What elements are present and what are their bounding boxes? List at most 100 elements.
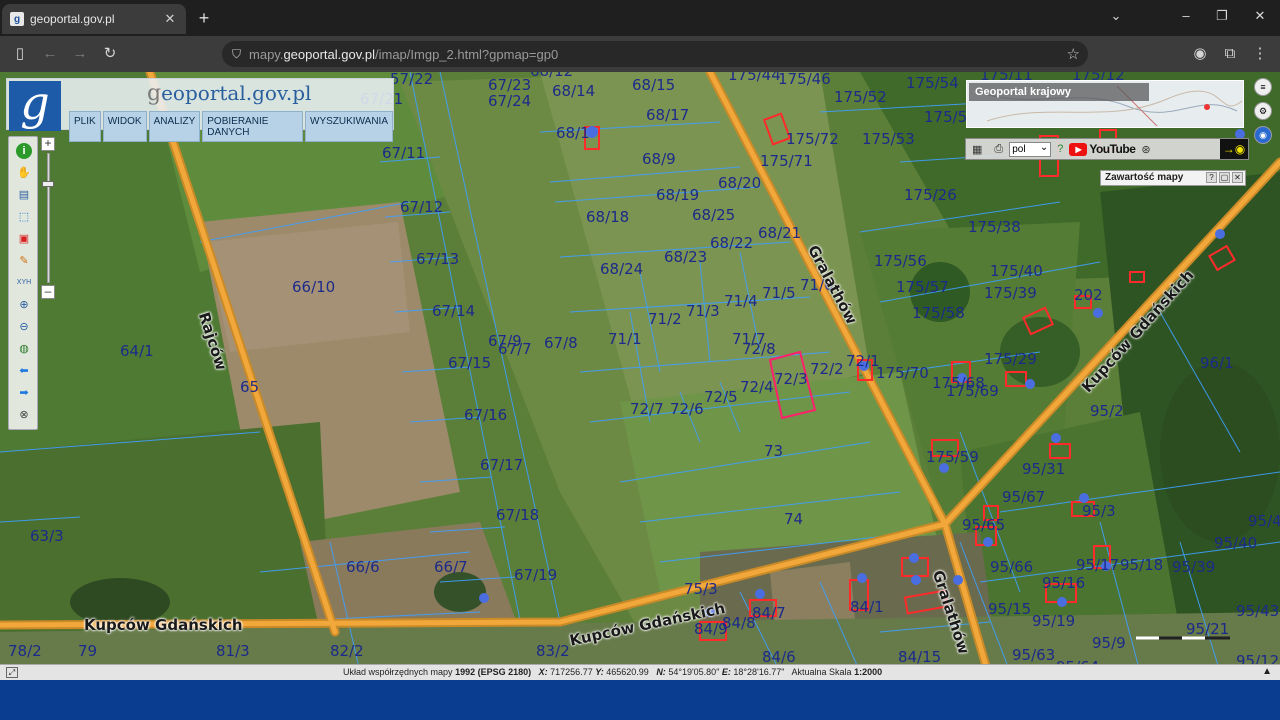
parcel-label: 67/18 <box>496 506 540 524</box>
parcel-label: 175/52 <box>834 88 887 106</box>
youtube-link[interactable]: ▶ YouTube <box>1069 142 1136 156</box>
zoom-knob[interactable] <box>42 181 54 187</box>
parcel-label: 67/14 <box>432 302 476 320</box>
pencil-icon[interactable]: ✎ <box>16 253 32 269</box>
profile-icon[interactable]: ◉ <box>1190 44 1210 64</box>
parcel-label: 175/70 <box>876 364 929 382</box>
address-bar[interactable]: ⛉ mapy.geoportal.gov.pl/imap/Imgp_2.html… <box>222 41 1088 67</box>
status-icon[interactable]: ⤢ <box>6 667 18 678</box>
menu-analizy[interactable]: ANALIZY <box>148 111 201 142</box>
sidebar-toggle-icon[interactable]: ▯ <box>10 44 30 64</box>
visibility-icon[interactable]: ◉ <box>1254 126 1272 144</box>
parcel-label: 175/72 <box>786 130 839 148</box>
accessibility-icon[interactable]: ⊛ <box>1141 143 1150 156</box>
layers-icon[interactable]: ≡ <box>1254 78 1272 96</box>
secondary-toolbar: ▦ ⎙ pol ? ▶YouTube ⊛ →◉ <box>965 138 1249 160</box>
street-label-kupcow-west: Kupców Gdańskich <box>84 616 243 634</box>
parcel-label: 68/25 <box>692 206 736 224</box>
geoportal-header: g geoportal.gov.pl PLIK WIDOK ANALIZY PO… <box>6 78 394 142</box>
language-select[interactable]: pol <box>1009 141 1052 157</box>
panel-close-icon[interactable]: ✕ <box>1232 172 1243 183</box>
parcel-label: 175/69 <box>946 382 999 400</box>
tab-title: geoportal.gov.pl <box>30 12 115 26</box>
print-icon[interactable]: ⎙ <box>994 143 1003 156</box>
globe-icon[interactable]: ◍ <box>16 341 32 357</box>
parcel-label: 72/6 <box>670 400 704 418</box>
parcel-label: 95/19 <box>1032 612 1076 630</box>
tab-close-icon[interactable]: ✕ <box>162 11 178 27</box>
bookmark-star-icon[interactable]: ☆ <box>1067 45 1080 63</box>
menu-pobieranie-danych[interactable]: POBIERANIE DANYCH <box>202 111 304 142</box>
zoom-plus-button[interactable]: + <box>41 137 55 151</box>
geoportal-logo[interactable]: g <box>9 80 61 131</box>
parcel-label: 175/5 <box>924 108 968 126</box>
map-content-panel-header[interactable]: Zawartość mapy ? ▢ ✕ <box>1100 170 1246 186</box>
forward-icon[interactable]: → <box>70 44 90 64</box>
menu-plik[interactable]: PLIK <box>69 111 101 142</box>
reload-icon[interactable]: ↻ <box>100 44 120 64</box>
parcel-label: 175/39 <box>984 284 1037 302</box>
extensions-icon[interactable]: ⧉ <box>1220 44 1240 64</box>
parcel-label: 95/31 <box>1022 460 1066 478</box>
parcel-label: 67/8 <box>544 334 578 352</box>
zoom-slider[interactable]: + – <box>41 137 57 301</box>
menu-dots-icon[interactable]: ⋮ <box>1250 44 1270 64</box>
parcel-label: 71/7 <box>732 330 766 348</box>
zoom-minus-button[interactable]: – <box>41 285 55 299</box>
overview-title: Geoportal krajowy <box>969 83 1149 101</box>
overview-map[interactable]: Geoportal krajowy <box>966 80 1244 128</box>
parcel-label: 57/22 <box>390 72 434 88</box>
parcel-label: 95/21 <box>1186 620 1230 638</box>
parcel-label: 78/2 <box>8 642 42 660</box>
grid-icon[interactable]: ▦ <box>972 143 982 156</box>
info-icon[interactable]: i <box>16 143 32 159</box>
zoom-in-icon[interactable]: ⊕ <box>16 297 32 313</box>
window-close-icon[interactable]: ✕ <box>1250 8 1270 24</box>
parcel-label: 71/2 <box>648 310 682 328</box>
legend-icon[interactable]: ▤ <box>16 187 32 203</box>
parcel-label: 68/15 <box>632 76 676 94</box>
parcel-label: 84/1 <box>850 598 884 616</box>
next-view-icon[interactable]: ➡ <box>16 385 32 401</box>
map-status-bar: ⤢ Układ współrzędnych mapy 1992 (EPSG 21… <box>0 664 1280 680</box>
help-icon[interactable]: ? <box>1057 143 1063 155</box>
previous-view-icon[interactable]: ⬅ <box>16 363 32 379</box>
site-info-icon[interactable]: ⛉ <box>232 47 241 62</box>
parcel-label: 67/19 <box>514 566 558 584</box>
map-canvas[interactable]: 57/2267/2368/1267/2167/2468/1468/15175/4… <box>0 72 1280 680</box>
pan-hand-icon[interactable]: ✋ <box>16 165 32 181</box>
menu-widok[interactable]: WIDOK <box>102 111 147 142</box>
parcel-label: 65 <box>240 378 260 396</box>
panel-help-icon[interactable]: ? <box>1206 172 1217 183</box>
coordinate-readout: Układ współrzędnych mapy 1992 (EPSG 2180… <box>343 667 883 677</box>
parcel-label: 84/8 <box>722 614 756 632</box>
contrast-eye-icon[interactable]: →◉ <box>1220 139 1248 159</box>
browser-tab[interactable]: g geoportal.gov.pl ✕ <box>2 4 186 34</box>
maximize-icon[interactable]: ❐ <box>1212 8 1232 24</box>
xyh-icon[interactable]: XYH <box>16 275 32 291</box>
menu-wyszukiwania[interactable]: WYSZUKIWANIA <box>305 111 393 142</box>
zoom-track[interactable] <box>47 153 50 283</box>
parcel-label: 72/7 <box>630 400 664 418</box>
parcel-label: 67/16 <box>464 406 508 424</box>
parcel-label: 95/15 <box>988 600 1032 618</box>
parcel-label: 202 <box>1074 286 1103 304</box>
parcel-label: 82/2 <box>330 642 364 660</box>
youtube-play-icon: ▶ <box>1069 142 1088 156</box>
tab-search-chevron-icon[interactable]: ⌄ <box>1106 8 1126 24</box>
minimize-icon[interactable]: – <box>1176 8 1196 23</box>
select-area-icon[interactable]: ⬚ <box>16 209 32 225</box>
settings-icon[interactable]: ⚙ <box>1254 102 1272 120</box>
help-ring-icon[interactable]: ⊗ <box>16 407 32 423</box>
parcel-label: 175/38 <box>968 218 1021 236</box>
parcel-label: 67/24 <box>488 92 532 110</box>
parcel-label: 68/20 <box>718 174 762 192</box>
back-icon[interactable]: ← <box>40 44 60 64</box>
measure-area-icon[interactable]: ▣ <box>16 231 32 247</box>
parcel-label: 175/26 <box>904 186 957 204</box>
parcel-label: 71/5 <box>762 284 796 302</box>
panel-restore-icon[interactable]: ▢ <box>1219 172 1230 183</box>
new-tab-button[interactable]: + <box>194 8 214 28</box>
zoom-out-icon[interactable]: ⊖ <box>16 319 32 335</box>
collapse-arrow-icon[interactable]: ▲ <box>1262 666 1272 677</box>
